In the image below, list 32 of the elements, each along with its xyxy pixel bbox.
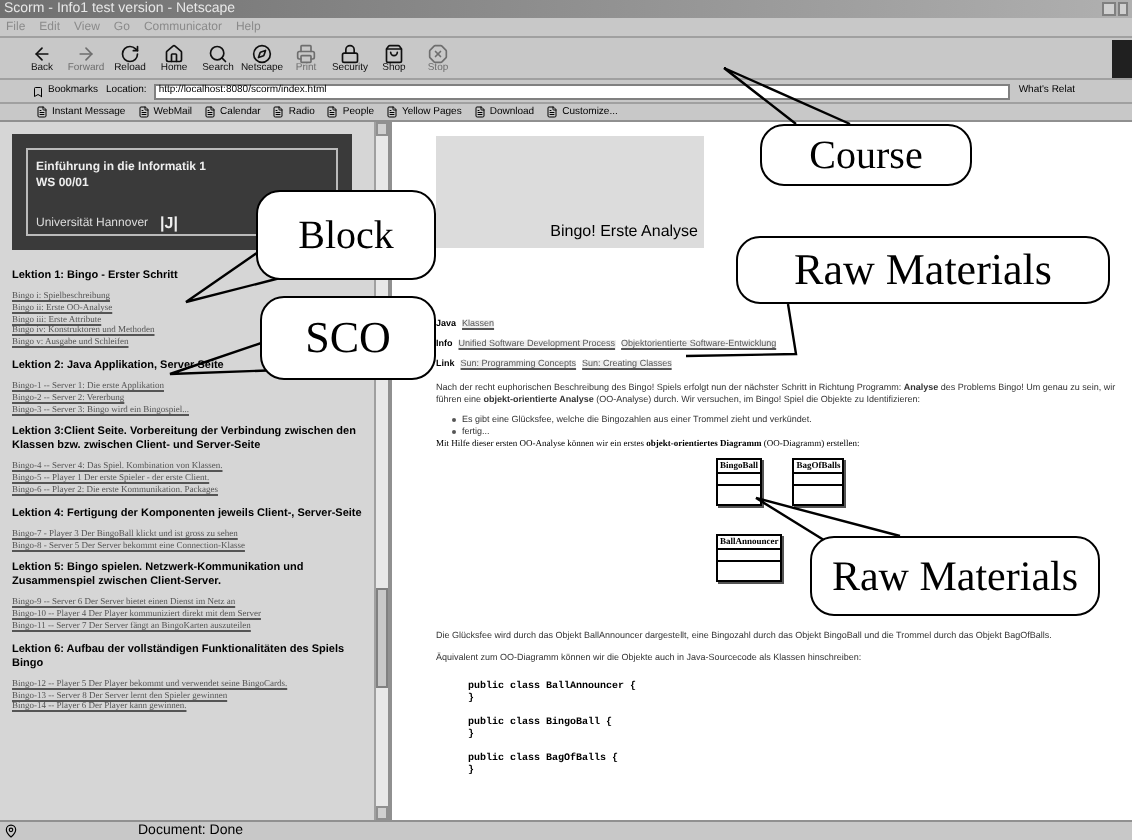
page-icon bbox=[386, 106, 398, 118]
callout-label: Block bbox=[256, 190, 436, 280]
page-icon bbox=[546, 106, 559, 118]
page-icon bbox=[272, 106, 285, 118]
stop-sign-icon bbox=[428, 43, 448, 63]
reload-icon bbox=[120, 43, 140, 63]
printer-icon bbox=[296, 43, 316, 63]
bookmark-icon bbox=[32, 85, 44, 97]
compass-icon bbox=[252, 43, 272, 63]
minimize-button[interactable] bbox=[1102, 2, 1116, 16]
leader-line bbox=[184, 247, 281, 304]
page-heading: Bingo! Erste Analyse bbox=[550, 224, 698, 240]
page-icon bbox=[137, 106, 150, 118]
callout-label: Raw Materials bbox=[736, 236, 1110, 304]
page-icon bbox=[204, 106, 217, 118]
search-icon bbox=[208, 43, 228, 63]
shopping-bag-icon bbox=[384, 43, 404, 63]
callout-label: SCO bbox=[260, 296, 436, 380]
callout-label: Raw Materials bbox=[810, 536, 1100, 616]
leader-line bbox=[722, 66, 851, 126]
leader-line bbox=[685, 303, 798, 358]
arrow-right-icon bbox=[76, 43, 96, 63]
callout-label: Course bbox=[760, 124, 972, 186]
maximize-button[interactable] bbox=[1118, 2, 1128, 16]
university-logo: |J| bbox=[160, 216, 178, 232]
page-icon bbox=[473, 106, 486, 118]
browser-logo bbox=[1112, 40, 1132, 78]
arrow-left-icon bbox=[32, 43, 52, 63]
page-icon bbox=[36, 106, 48, 118]
house-icon bbox=[164, 43, 184, 63]
page-icon bbox=[326, 106, 339, 118]
lock-icon bbox=[340, 43, 360, 63]
